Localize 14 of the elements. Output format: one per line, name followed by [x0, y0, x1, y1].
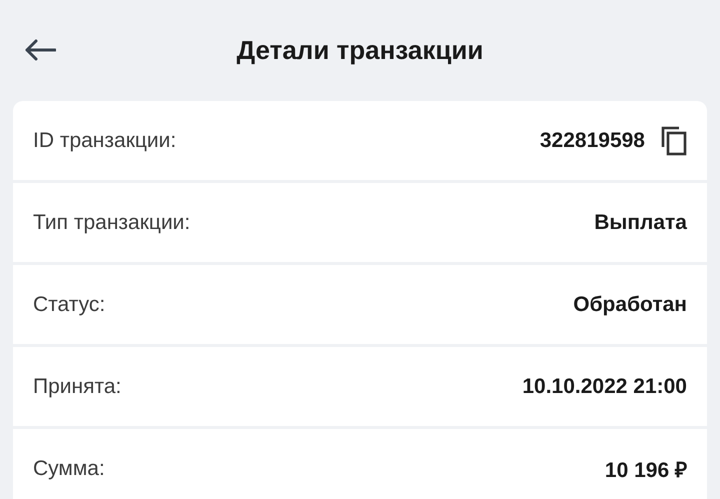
back-arrow-icon — [24, 39, 56, 61]
detail-value: 322819598 — [540, 128, 645, 152]
copy-icon — [661, 126, 687, 156]
detail-label: Сумма: — [33, 456, 105, 480]
detail-value: 10 196 ₽ — [604, 458, 687, 482]
detail-value: Выплата — [594, 210, 687, 234]
detail-label: ID транзакции: — [33, 128, 176, 152]
page-title: Детали транзакции — [236, 35, 484, 66]
detail-label: Тип транзакции: — [33, 210, 190, 234]
detail-label: Принята: — [33, 374, 122, 398]
copy-button[interactable] — [661, 126, 687, 156]
detail-label: Статус: — [33, 292, 106, 316]
detail-value: Обработан — [573, 292, 687, 316]
detail-value: 10.10.2022 21:00 — [522, 374, 687, 398]
